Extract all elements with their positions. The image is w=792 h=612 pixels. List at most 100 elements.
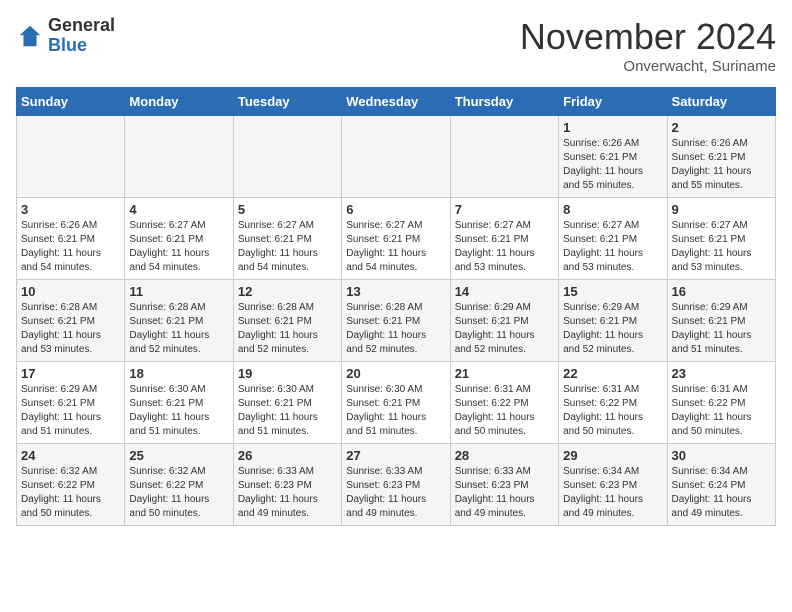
day-number: 11 xyxy=(129,284,228,299)
day-number: 15 xyxy=(563,284,662,299)
day-number: 23 xyxy=(672,366,771,381)
day-number: 25 xyxy=(129,448,228,463)
day-number: 10 xyxy=(21,284,120,299)
day-number: 27 xyxy=(346,448,445,463)
logo-icon xyxy=(16,22,44,50)
day-number: 3 xyxy=(21,202,120,217)
day-info: Sunrise: 6:30 AM Sunset: 6:21 PM Dayligh… xyxy=(346,384,426,437)
day-cell: 30 Sunrise: 6:34 AM Sunset: 6:24 PM Dayli… xyxy=(667,444,775,526)
week-row-3: 10 Sunrise: 6:28 AM Sunset: 6:21 PM Dayli… xyxy=(17,280,776,362)
day-info: Sunrise: 6:28 AM Sunset: 6:21 PM Dayligh… xyxy=(129,302,209,355)
day-cell: 24 Sunrise: 6:32 AM Sunset: 6:22 PM Dayli… xyxy=(17,444,125,526)
day-cell: 7 Sunrise: 6:27 AM Sunset: 6:21 PM Daylig… xyxy=(450,198,558,280)
day-cell: 29Sunrise: 6:34 AM Sunset: 6:23 PM Dayli… xyxy=(559,444,667,526)
day-cell: 8 Sunrise: 6:27 AM Sunset: 6:21 PM Daylig… xyxy=(559,198,667,280)
logo-text: General Blue xyxy=(48,16,115,56)
col-header-thursday: Thursday xyxy=(450,88,558,116)
day-cell: 11 Sunrise: 6:28 AM Sunset: 6:21 PM Dayli… xyxy=(125,280,233,362)
day-info: Sunrise: 6:30 AM Sunset: 6:21 PM Dayligh… xyxy=(238,384,318,437)
day-cell xyxy=(450,116,558,198)
day-cell: 12 Sunrise: 6:28 AM Sunset: 6:21 PM Dayli… xyxy=(233,280,341,362)
day-number: 28 xyxy=(455,448,554,463)
day-cell: 18Sunrise: 6:30 AM Sunset: 6:21 PM Dayli… xyxy=(125,362,233,444)
day-number: 1 xyxy=(563,120,662,135)
day-info: Sunrise: 6:27 AM Sunset: 6:21 PM Dayligh… xyxy=(129,220,209,273)
header-row: SundayMondayTuesdayWednesdayThursdayFrid… xyxy=(17,88,776,116)
day-cell: 19 Sunrise: 6:30 AM Sunset: 6:21 PM Dayli… xyxy=(233,362,341,444)
day-info: Sunrise: 6:33 AM Sunset: 6:23 PM Dayligh… xyxy=(346,466,426,519)
col-header-friday: Friday xyxy=(559,88,667,116)
day-info: Sunrise: 6:31 AM Sunset: 6:22 PM Dayligh… xyxy=(563,384,643,437)
col-header-saturday: Saturday xyxy=(667,88,775,116)
day-number: 6 xyxy=(346,202,445,217)
day-cell xyxy=(233,116,341,198)
logo: General Blue xyxy=(16,16,115,56)
day-cell: 6 Sunrise: 6:27 AM Sunset: 6:21 PM Daylig… xyxy=(342,198,450,280)
day-number: 20 xyxy=(346,366,445,381)
day-cell: 1Sunrise: 6:26 AM Sunset: 6:21 PM Daylig… xyxy=(559,116,667,198)
day-number: 30 xyxy=(672,448,771,463)
week-row-4: 17Sunrise: 6:29 AM Sunset: 6:21 PM Dayli… xyxy=(17,362,776,444)
day-info: Sunrise: 6:30 AM Sunset: 6:21 PM Dayligh… xyxy=(129,384,209,437)
day-info: Sunrise: 6:27 AM Sunset: 6:21 PM Dayligh… xyxy=(672,220,752,273)
day-cell: 23 Sunrise: 6:31 AM Sunset: 6:22 PM Dayli… xyxy=(667,362,775,444)
day-cell: 22Sunrise: 6:31 AM Sunset: 6:22 PM Dayli… xyxy=(559,362,667,444)
day-info: Sunrise: 6:26 AM Sunset: 6:21 PM Dayligh… xyxy=(21,220,101,273)
col-header-monday: Monday xyxy=(125,88,233,116)
day-info: Sunrise: 6:34 AM Sunset: 6:24 PM Dayligh… xyxy=(672,466,752,519)
day-info: Sunrise: 6:33 AM Sunset: 6:23 PM Dayligh… xyxy=(455,466,535,519)
page-header: General Blue November 2024 Onverwacht, S… xyxy=(16,16,776,75)
day-info: Sunrise: 6:27 AM Sunset: 6:21 PM Dayligh… xyxy=(238,220,318,273)
day-number: 2 xyxy=(672,120,771,135)
day-number: 13 xyxy=(346,284,445,299)
day-cell xyxy=(342,116,450,198)
day-info: Sunrise: 6:31 AM Sunset: 6:22 PM Dayligh… xyxy=(672,384,752,437)
day-cell: 10 Sunrise: 6:28 AM Sunset: 6:21 PM Dayli… xyxy=(17,280,125,362)
week-row-5: 24 Sunrise: 6:32 AM Sunset: 6:22 PM Dayli… xyxy=(17,444,776,526)
calendar-table: SundayMondayTuesdayWednesdayThursdayFrid… xyxy=(16,87,776,526)
day-info: Sunrise: 6:27 AM Sunset: 6:21 PM Dayligh… xyxy=(346,220,426,273)
day-info: Sunrise: 6:28 AM Sunset: 6:21 PM Dayligh… xyxy=(238,302,318,355)
day-cell: 17Sunrise: 6:29 AM Sunset: 6:21 PM Dayli… xyxy=(17,362,125,444)
day-info: Sunrise: 6:27 AM Sunset: 6:21 PM Dayligh… xyxy=(455,220,535,273)
col-header-wednesday: Wednesday xyxy=(342,88,450,116)
day-info: Sunrise: 6:32 AM Sunset: 6:22 PM Dayligh… xyxy=(129,466,209,519)
day-info: Sunrise: 6:27 AM Sunset: 6:21 PM Dayligh… xyxy=(563,220,643,273)
day-info: Sunrise: 6:28 AM Sunset: 6:21 PM Dayligh… xyxy=(21,302,101,355)
day-number: 4 xyxy=(129,202,228,217)
day-cell: 28 Sunrise: 6:33 AM Sunset: 6:23 PM Dayli… xyxy=(450,444,558,526)
day-number: 14 xyxy=(455,284,554,299)
day-cell: 3 Sunrise: 6:26 AM Sunset: 6:21 PM Daylig… xyxy=(17,198,125,280)
day-number: 24 xyxy=(21,448,120,463)
day-cell: 27 Sunrise: 6:33 AM Sunset: 6:23 PM Dayli… xyxy=(342,444,450,526)
day-number: 9 xyxy=(672,202,771,217)
day-cell: 20 Sunrise: 6:30 AM Sunset: 6:21 PM Dayli… xyxy=(342,362,450,444)
day-info: Sunrise: 6:26 AM Sunset: 6:21 PM Dayligh… xyxy=(672,138,752,191)
day-number: 12 xyxy=(238,284,337,299)
title-block: November 2024 Onverwacht, Suriname xyxy=(520,16,776,75)
day-cell: 26 Sunrise: 6:33 AM Sunset: 6:23 PM Dayli… xyxy=(233,444,341,526)
week-row-2: 3 Sunrise: 6:26 AM Sunset: 6:21 PM Daylig… xyxy=(17,198,776,280)
day-cell: 16Sunrise: 6:29 AM Sunset: 6:21 PM Dayli… xyxy=(667,280,775,362)
calendar-header: SundayMondayTuesdayWednesdayThursdayFrid… xyxy=(17,88,776,116)
location-subtitle: Onverwacht, Suriname xyxy=(520,58,776,75)
day-number: 7 xyxy=(455,202,554,217)
day-cell: 13 Sunrise: 6:28 AM Sunset: 6:21 PM Dayli… xyxy=(342,280,450,362)
day-info: Sunrise: 6:32 AM Sunset: 6:22 PM Dayligh… xyxy=(21,466,101,519)
day-number: 8 xyxy=(563,202,662,217)
day-number: 16 xyxy=(672,284,771,299)
day-number: 26 xyxy=(238,448,337,463)
day-info: Sunrise: 6:29 AM Sunset: 6:21 PM Dayligh… xyxy=(21,384,101,437)
day-number: 5 xyxy=(238,202,337,217)
day-info: Sunrise: 6:28 AM Sunset: 6:21 PM Dayligh… xyxy=(346,302,426,355)
day-cell: 9 Sunrise: 6:27 AM Sunset: 6:21 PM Daylig… xyxy=(667,198,775,280)
day-cell xyxy=(17,116,125,198)
day-number: 19 xyxy=(238,366,337,381)
day-cell: 25 Sunrise: 6:32 AM Sunset: 6:22 PM Dayli… xyxy=(125,444,233,526)
day-cell: 14 Sunrise: 6:29 AM Sunset: 6:21 PM Dayli… xyxy=(450,280,558,362)
day-info: Sunrise: 6:29 AM Sunset: 6:21 PM Dayligh… xyxy=(455,302,535,355)
calendar-body: 1 Sunrise: 6:26 AM Sunset: 6:21 PM Daylig… xyxy=(17,116,776,526)
day-info: Sunrise: 6:33 AM Sunset: 6:23 PM Dayligh… xyxy=(238,466,318,519)
col-header-sunday: Sunday xyxy=(17,88,125,116)
day-cell xyxy=(125,116,233,198)
